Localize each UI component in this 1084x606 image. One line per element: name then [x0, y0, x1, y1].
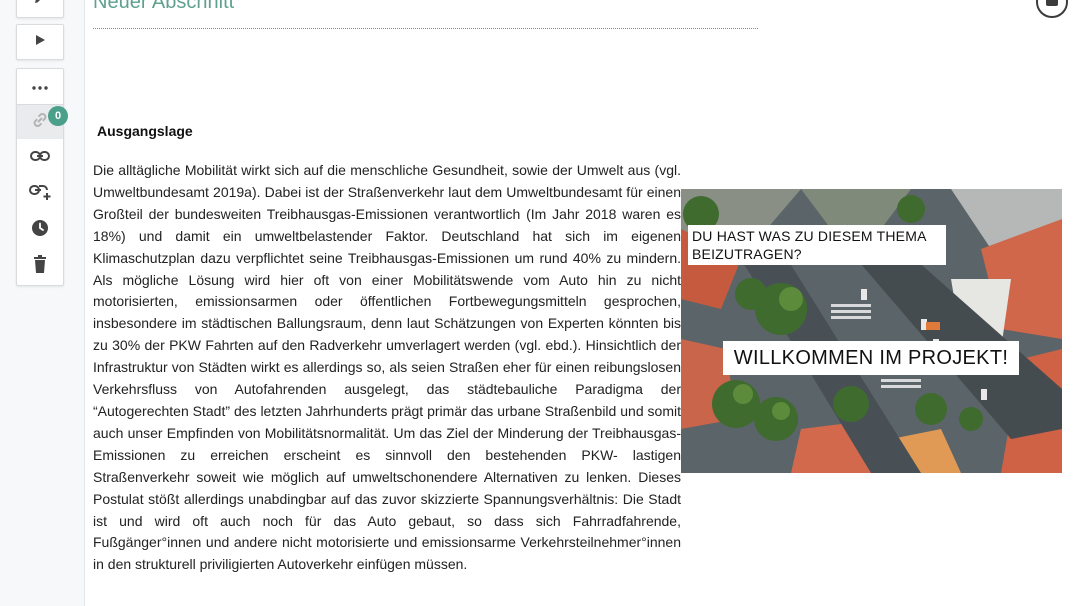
banner-caption-welcome: WILLKOMMEN IM PROJEKT!: [723, 341, 1019, 375]
history-button[interactable]: [17, 213, 63, 247]
link-icon: [30, 149, 50, 167]
trash-icon: [33, 254, 47, 278]
play-button[interactable]: [16, 24, 64, 60]
user-avatar-icon[interactable]: [1036, 0, 1068, 18]
banner-caption-question: DU HAST WAS ZU DIESEM THEMA BEIZUTRAGEN?: [688, 225, 946, 265]
link-add-icon: [29, 184, 51, 205]
edit-button[interactable]: [16, 0, 64, 18]
more-options-button[interactable]: [17, 69, 63, 103]
add-link-button[interactable]: [17, 177, 63, 211]
content-heading: Ausgangslage: [97, 123, 193, 139]
tool-panel: [16, 68, 64, 286]
link-count-badge: 0: [48, 106, 68, 126]
project-banner-image: DU HAST WAS ZU DIESEM THEMA BEIZUTRAGEN?…: [681, 189, 1062, 473]
link-icon: [31, 111, 49, 134]
link-button[interactable]: [17, 141, 63, 175]
content-paragraph: Die alltägliche Mobilität wirkt sich auf…: [93, 162, 681, 573]
clock-icon: [31, 219, 49, 242]
title-divider: [93, 28, 758, 29]
play-icon: [34, 33, 46, 51]
pencil-icon: [33, 0, 47, 10]
section-title[interactable]: Neuer Abschnitt: [93, 0, 234, 14]
delete-button[interactable]: [17, 249, 63, 283]
more-icon: [32, 77, 48, 95]
left-toolbar: 0: [0, 0, 85, 606]
